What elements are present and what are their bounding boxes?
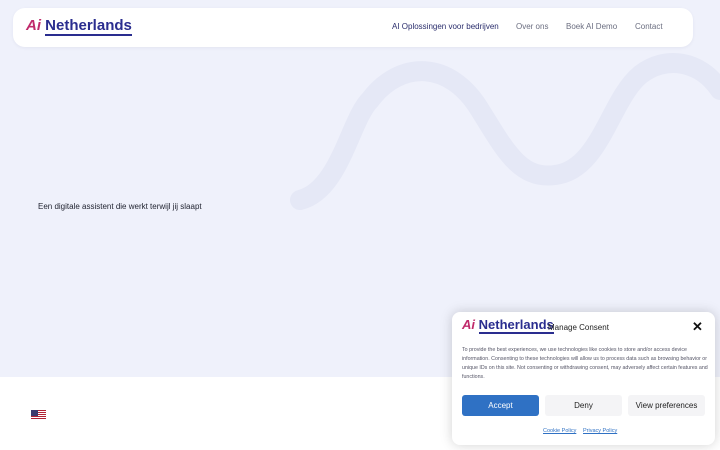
nav-ai-oplossingen[interactable]: AI Oplossingen voor bedrijven (392, 22, 499, 31)
cookie-policy-link[interactable]: Cookie Policy (543, 428, 576, 434)
close-icon[interactable]: ✕ (692, 320, 703, 333)
consent-body-text: To provide the best experiences, we use … (462, 347, 708, 380)
consent-logo-name-text: Netherlands (478, 317, 554, 334)
privacy-policy-link[interactable]: Privacy Policy (583, 428, 617, 434)
consent-logo-ai-text: Ai (462, 317, 475, 332)
deny-button[interactable]: Deny (545, 395, 622, 416)
nav-contact[interactable]: Contact (635, 22, 663, 31)
logo-ai-text: Ai (26, 17, 41, 34)
accept-button[interactable]: Accept (462, 395, 539, 416)
hero-tagline: Een digitale assistent die werkt terwijl… (38, 202, 202, 211)
nav-over-ons[interactable]: Over ons (516, 22, 548, 31)
consent-title: Manage Consent (548, 323, 609, 332)
site-logo[interactable]: Ai Netherlands (26, 17, 132, 36)
consent-logo: Ai Netherlands (462, 317, 554, 334)
cookie-consent-dialog: Ai Netherlands Manage Consent ✕ To provi… (452, 312, 715, 445)
top-navbar: Ai Netherlands AI Oplossingen voor bedri… (13, 8, 693, 47)
logo-name-text: Netherlands (45, 17, 132, 36)
us-flag-icon[interactable] (31, 408, 46, 419)
view-preferences-button[interactable]: View preferences (628, 395, 705, 416)
nav-boek-ai-demo[interactable]: Boek AI Demo (566, 22, 617, 31)
